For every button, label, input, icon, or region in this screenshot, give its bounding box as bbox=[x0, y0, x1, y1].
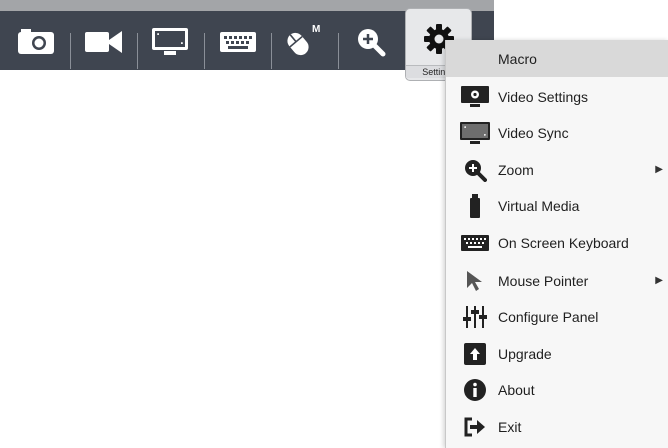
info-icon bbox=[460, 371, 490, 408]
menu-item-video-settings[interactable]: Video Settings bbox=[446, 78, 668, 115]
menu-item-label: Exit bbox=[498, 418, 522, 435]
menu-item-video-sync[interactable]: Video Sync bbox=[446, 114, 668, 151]
mouse-badge: M bbox=[312, 24, 321, 35]
video-sync-icon bbox=[460, 114, 490, 151]
menu-item-label: Configure Panel bbox=[498, 308, 599, 325]
zoom-button[interactable] bbox=[352, 22, 390, 62]
menu-item-zoom[interactable]: Zoom ▶ bbox=[446, 151, 668, 188]
record-button[interactable] bbox=[84, 22, 124, 62]
menu-item-label: On Screen Keyboard bbox=[498, 234, 629, 251]
menu-item-configure-panel[interactable]: Configure Panel bbox=[446, 298, 668, 335]
menu-item-label: Upgrade bbox=[498, 345, 552, 362]
keyboard-button[interactable] bbox=[218, 22, 258, 62]
menu-item-mouse-pointer[interactable]: Mouse Pointer ▶ bbox=[446, 262, 668, 299]
menu-item-on-screen-keyboard[interactable]: On Screen Keyboard bbox=[446, 224, 668, 261]
zoom-in-icon bbox=[358, 29, 386, 57]
toolbar-divider bbox=[70, 33, 71, 69]
video-button[interactable] bbox=[150, 22, 190, 62]
toolbar-divider bbox=[204, 33, 205, 69]
submenu-arrow-icon: ▶ bbox=[655, 275, 663, 286]
video-settings-icon bbox=[460, 78, 490, 115]
menu-item-label: Virtual Media bbox=[498, 197, 580, 214]
keyboard-icon bbox=[460, 224, 490, 261]
mouse-button[interactable]: M bbox=[284, 22, 326, 62]
menu-item-label: About bbox=[498, 381, 535, 398]
sliders-icon bbox=[460, 298, 490, 335]
menu-item-label: Video Settings bbox=[498, 88, 589, 105]
menu-item-label: Video Sync bbox=[498, 124, 569, 141]
menu-item-virtual-media[interactable]: Virtual Media bbox=[446, 187, 668, 224]
pointer-icon bbox=[460, 262, 490, 299]
toolbar-divider bbox=[271, 33, 272, 69]
menu-item-macro[interactable]: Macro bbox=[446, 40, 668, 77]
submenu-arrow-icon: ▶ bbox=[655, 164, 663, 175]
upgrade-icon bbox=[460, 335, 490, 372]
menu-item-label: Mouse Pointer bbox=[498, 272, 589, 289]
menu-item-label: Macro bbox=[498, 50, 537, 67]
menu-item-exit[interactable]: Exit bbox=[446, 408, 668, 445]
capture-button[interactable] bbox=[16, 22, 56, 62]
menu-item-about[interactable]: About bbox=[446, 371, 668, 408]
camera-icon bbox=[18, 29, 54, 54]
toolbar-divider bbox=[338, 33, 339, 69]
settings-menu: Macro Video Settings Video Sync Zoom ▶ V… bbox=[445, 40, 668, 448]
zoom-icon bbox=[460, 151, 490, 188]
monitor-icon bbox=[152, 28, 188, 55]
video-camera-icon bbox=[85, 31, 122, 53]
toolbar-divider bbox=[137, 33, 138, 69]
exit-icon bbox=[460, 408, 490, 445]
menu-item-upgrade[interactable]: Upgrade bbox=[446, 335, 668, 372]
keyboard-icon bbox=[220, 32, 256, 52]
usb-drive-icon bbox=[460, 187, 490, 224]
menu-item-label: Zoom bbox=[498, 161, 534, 178]
